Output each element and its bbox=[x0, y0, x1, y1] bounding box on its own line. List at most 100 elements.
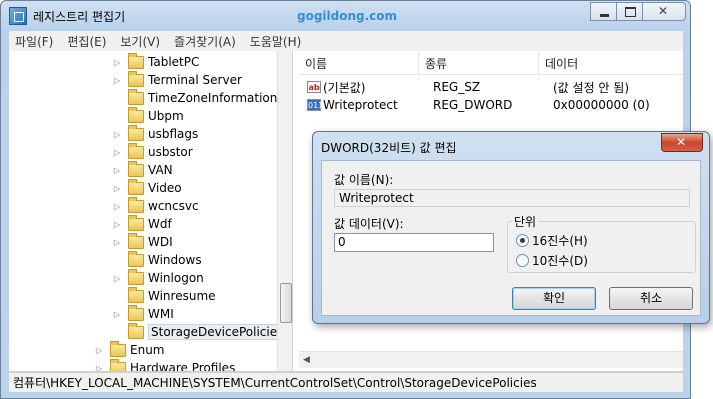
tree-item-wdi[interactable]: ▷ WDI bbox=[113, 232, 173, 251]
scroll-left-arrow-icon[interactable]: ◀ bbox=[303, 355, 310, 365]
expand-arrow-icon[interactable]: ▷ bbox=[113, 58, 121, 67]
tree-item-label: Ubpm bbox=[148, 109, 184, 123]
tree-item-label: Winlogon bbox=[148, 271, 204, 285]
tree-item-tabletpc[interactable]: ▷ TabletPC bbox=[113, 52, 200, 71]
scrollbar-thumb[interactable] bbox=[280, 283, 292, 323]
tree-item-terminal-server[interactable]: ▷ Terminal Server bbox=[113, 70, 242, 89]
value-data: 0x00000000 (0) bbox=[553, 98, 650, 112]
tree-item-wdf[interactable]: ▷ Wdf bbox=[113, 214, 172, 233]
tree-item-ubpm[interactable]: Ubpm bbox=[113, 106, 184, 125]
tree-item-label: usbstor bbox=[148, 145, 193, 159]
folder-icon bbox=[128, 88, 144, 105]
dialog-title: DWORD(32비트) 값 편집 bbox=[321, 141, 457, 155]
list-horizontal-scrollbar[interactable]: ◀ bbox=[299, 351, 683, 368]
folder-icon bbox=[128, 304, 144, 321]
tree-item-usbstor[interactable]: ▷ usbstor bbox=[113, 142, 193, 161]
tree-item-van[interactable]: ▷ VAN bbox=[113, 160, 173, 179]
edit-dword-dialog: DWORD(32비트) 값 편집 값 이름(N): Writeprotect 값… bbox=[312, 131, 710, 324]
tree-item-usbflags[interactable]: ▷ usbflags bbox=[113, 124, 199, 143]
tree-item-label: wcncsvc bbox=[148, 199, 199, 213]
window-title: 레지스트리 편집기 bbox=[33, 10, 126, 24]
folder-icon bbox=[128, 70, 144, 87]
expand-arrow-icon[interactable]: ▷ bbox=[113, 130, 121, 139]
menu-file[interactable]: 파일(F) bbox=[15, 33, 53, 50]
dialog-close-button[interactable] bbox=[661, 133, 703, 152]
column-header-data[interactable]: 데이터 bbox=[539, 53, 683, 75]
tree-item-label: WMI bbox=[148, 307, 174, 321]
radio-dec-label: 10진수(D) bbox=[532, 254, 588, 268]
value-name-field: Writeprotect bbox=[334, 189, 690, 207]
tree-item-label: Video bbox=[148, 181, 182, 195]
menu-edit[interactable]: 편집(E) bbox=[67, 33, 106, 50]
tree-item-video[interactable]: ▷ Video bbox=[113, 178, 182, 197]
registry-editor-icon bbox=[9, 7, 27, 25]
expand-arrow-icon[interactable]: ▷ bbox=[113, 148, 121, 157]
folder-icon bbox=[128, 322, 144, 339]
value-data-input[interactable]: 0 bbox=[334, 233, 494, 252]
list-header: 이름 종류 데이터 bbox=[299, 53, 683, 75]
expand-arrow-icon[interactable]: ▷ bbox=[113, 166, 121, 175]
tree-item-label: Hardware Profiles bbox=[130, 361, 236, 371]
registry-tree: ▷ TabletPC ▷ Terminal Server TimeZoneInfor… bbox=[9, 51, 293, 371]
column-header-name[interactable]: 이름 bbox=[299, 53, 419, 75]
expand-arrow-icon[interactable]: ▷ bbox=[113, 202, 121, 211]
value-name-label: 값 이름(N): bbox=[334, 173, 394, 187]
folder-icon bbox=[128, 160, 144, 177]
base-group-title: 단위 bbox=[512, 213, 539, 230]
cancel-button[interactable]: 취소 bbox=[609, 287, 693, 310]
tree-item-winlogon[interactable]: ▷ Winlogon bbox=[113, 268, 204, 287]
status-bar-path: 컴퓨터\HKEY_LOCAL_MACHINE\SYSTEM\CurrentCon… bbox=[9, 372, 683, 392]
close-button[interactable] bbox=[642, 2, 686, 21]
tree-item-label: VAN bbox=[148, 163, 173, 177]
tree-item-label: StorageDevicePolicies bbox=[148, 324, 287, 340]
title-bar[interactable]: 레지스트리 편집기 gogildong.com bbox=[1, 1, 690, 31]
tree-item-label: WDI bbox=[148, 235, 173, 249]
value-row-default[interactable]: ab (기본값) REG_SZ (값 설정 안 됨) bbox=[299, 78, 629, 96]
folder-icon bbox=[128, 250, 144, 267]
radio-decimal[interactable]: 10진수(D) bbox=[516, 252, 588, 269]
tree-item-label: Winresume bbox=[148, 289, 216, 303]
tree-vertical-scrollbar[interactable] bbox=[277, 51, 292, 371]
radio-selected-icon[interactable] bbox=[516, 234, 529, 247]
value-type: REG_SZ bbox=[433, 80, 481, 94]
value-data: (값 설정 안 됨) bbox=[553, 80, 630, 95]
column-header-type[interactable]: 종류 bbox=[419, 53, 539, 75]
caption-buttons bbox=[590, 2, 686, 21]
value-name: Writeprotect bbox=[323, 98, 398, 112]
expand-arrow-icon[interactable]: ▷ bbox=[113, 76, 121, 85]
expand-arrow-icon[interactable]: ▷ bbox=[95, 364, 103, 372]
tree-item-label: Wdf bbox=[148, 217, 172, 231]
maximize-button[interactable] bbox=[616, 2, 643, 21]
ok-button[interactable]: 확인 bbox=[512, 287, 596, 310]
menu-bar: 파일(F) 편집(E) 보기(V) 즐겨찾기(A) 도움말(H) bbox=[9, 31, 683, 51]
radio-hexadecimal[interactable]: 16진수(H) bbox=[516, 232, 588, 249]
string-value-icon: ab bbox=[307, 81, 321, 93]
folder-icon bbox=[110, 340, 126, 357]
tree-item-storagedevicepolicies[interactable]: StorageDevicePolicies bbox=[113, 322, 287, 341]
radio-unselected-icon[interactable] bbox=[516, 254, 529, 267]
tree-item-wmi[interactable]: ▷ WMI bbox=[113, 304, 174, 323]
tree-item-timezoneinformation[interactable]: TimeZoneInformation bbox=[113, 88, 277, 107]
folder-icon bbox=[128, 106, 144, 123]
minimize-button[interactable] bbox=[590, 2, 617, 21]
expand-arrow-icon[interactable]: ▷ bbox=[113, 238, 121, 247]
tree-item-winresume[interactable]: Winresume bbox=[113, 286, 216, 305]
folder-icon bbox=[128, 196, 144, 213]
expand-arrow-icon[interactable]: ▷ bbox=[113, 310, 121, 319]
expand-arrow-icon[interactable]: ▷ bbox=[113, 220, 121, 229]
menu-view[interactable]: 보기(V) bbox=[120, 33, 160, 50]
expand-arrow-icon[interactable]: ▷ bbox=[113, 184, 121, 193]
tree-item-label: Windows bbox=[148, 253, 202, 267]
expand-arrow-icon[interactable]: ▷ bbox=[95, 346, 103, 355]
menu-favorites[interactable]: 즐겨찾기(A) bbox=[174, 33, 236, 50]
tree-item-enum[interactable]: ▷ Enum bbox=[95, 340, 164, 359]
menu-help[interactable]: 도움말(H) bbox=[250, 33, 302, 50]
tree-item-windows[interactable]: Windows bbox=[113, 250, 202, 269]
value-row-writeprotect[interactable]: 011 Writeprotect REG_DWORD 0x00000000 (0… bbox=[299, 96, 650, 114]
folder-icon bbox=[128, 214, 144, 231]
expand-arrow-icon[interactable]: ▷ bbox=[113, 274, 121, 283]
tree-item-label: TabletPC bbox=[148, 55, 200, 69]
tree-item-hardware-profiles[interactable]: ▷ Hardware Profiles bbox=[95, 358, 236, 372]
tree-item-label: usbflags bbox=[148, 127, 199, 141]
tree-item-wcncsvc[interactable]: ▷ wcncsvc bbox=[113, 196, 199, 215]
